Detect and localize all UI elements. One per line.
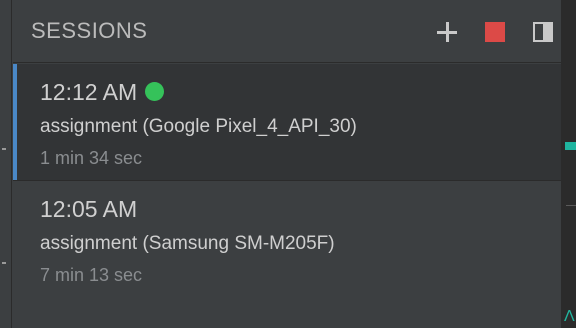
layout-icon: [533, 22, 553, 42]
session-duration: 1 min 34 sec: [40, 148, 143, 168]
sessions-header: SESSIONS: [13, 0, 561, 63]
sessions-title: SESSIONS: [31, 18, 148, 43]
timeline-marker: [565, 142, 576, 150]
stop-session-button[interactable]: [483, 20, 507, 44]
profiler-window: SESSIONS 12:12 AM assignment (Google Pix…: [0, 0, 576, 328]
session-time: 12:12 AM: [40, 79, 165, 106]
sessions-panel: SESSIONS 12:12 AM assignment (Google Pix…: [13, 0, 561, 328]
toggle-layout-button[interactable]: [531, 20, 555, 44]
session-duration: 7 min 13 sec: [40, 265, 143, 285]
right-edge-panel: Λ: [561, 0, 576, 328]
gutter-tick: [2, 148, 6, 150]
gridline: [566, 205, 576, 206]
session-name: assignment (Samsung SM-M205F): [40, 233, 335, 254]
gutter-tick: [2, 262, 6, 264]
session-time: 12:05 AM: [40, 196, 138, 222]
live-status-icon: [145, 82, 165, 101]
chart-peak-icon: Λ: [564, 308, 575, 325]
left-gutter: [0, 0, 12, 328]
stop-icon: [485, 22, 505, 42]
session-item[interactable]: 12:12 AM assignment (Google Pixel_4_API_…: [13, 64, 561, 180]
session-item[interactable]: 12:05 AM assignment (Samsung SM-M205F) 7…: [13, 181, 561, 297]
session-name: assignment (Google Pixel_4_API_30): [40, 116, 357, 137]
add-session-button[interactable]: [435, 20, 459, 44]
selection-indicator: [13, 64, 17, 180]
